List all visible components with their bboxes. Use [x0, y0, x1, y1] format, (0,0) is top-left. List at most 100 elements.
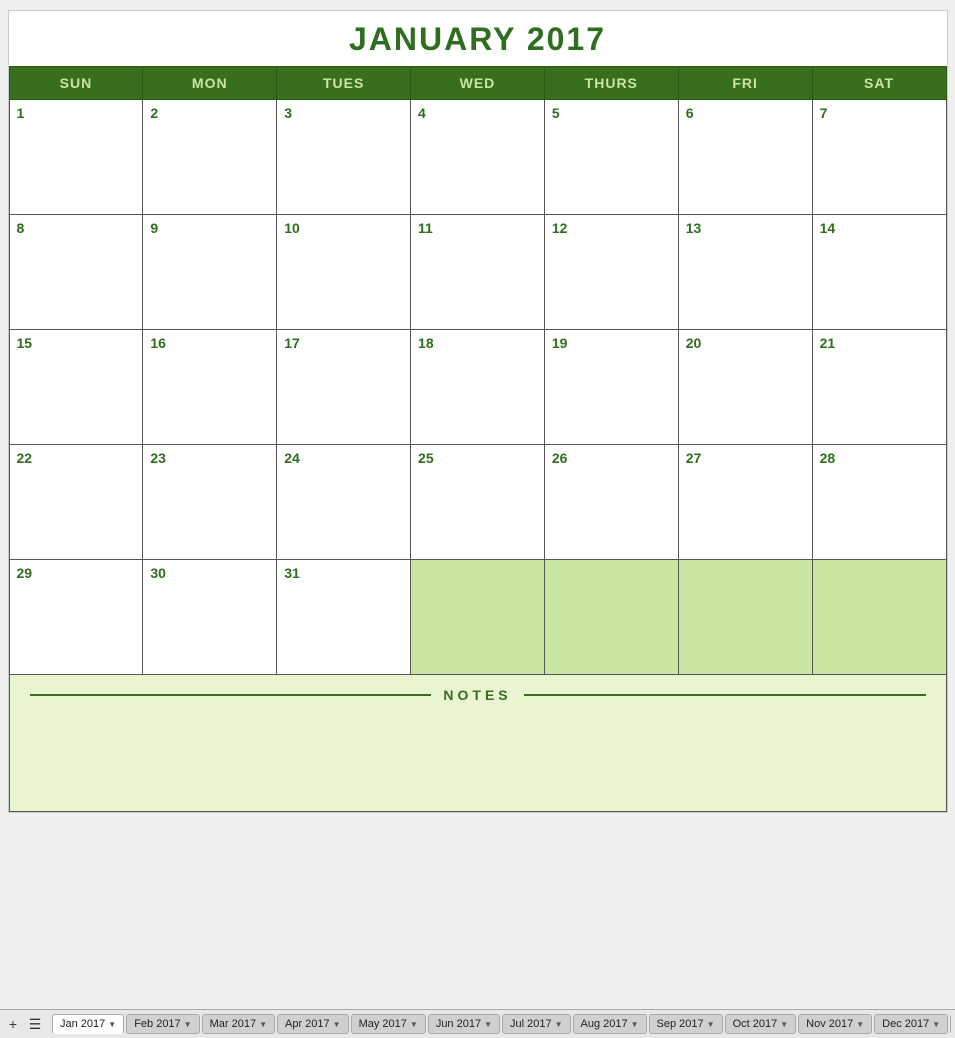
tab-label: Feb 2017: [134, 1018, 180, 1030]
tab-label: May 2017: [359, 1018, 407, 1030]
calendar-cell[interactable]: 16: [143, 330, 277, 445]
tab-dropdown-arrow: ▼: [631, 1020, 639, 1029]
calendar-week-3: 15 16 17 18 19 20 21: [9, 330, 946, 445]
day-number: 22: [17, 450, 33, 466]
day-number: 2: [150, 105, 158, 121]
calendar-cell[interactable]: [411, 560, 545, 675]
tab-dec-2017[interactable]: Dec 2017▼: [874, 1014, 948, 1034]
calendar-cell[interactable]: 5: [544, 100, 678, 215]
day-number: 30: [150, 565, 166, 581]
day-number: 17: [284, 335, 300, 351]
day-number: 29: [17, 565, 33, 581]
calendar-cell[interactable]: 9: [143, 215, 277, 330]
calendar-cell[interactable]: [812, 560, 946, 675]
tab-jun-2017[interactable]: Jun 2017▼: [428, 1014, 500, 1034]
day-number: 15: [17, 335, 33, 351]
calendar-cell[interactable]: 13: [678, 215, 812, 330]
calendar-cell[interactable]: 27: [678, 445, 812, 560]
calendar-cell[interactable]: [544, 560, 678, 675]
calendar-cell[interactable]: 20: [678, 330, 812, 445]
tab-mar-2017[interactable]: Mar 2017▼: [202, 1014, 275, 1034]
notes-section: NOTES: [9, 675, 947, 812]
notes-content[interactable]: [30, 711, 926, 791]
calendar-cell[interactable]: 8: [9, 215, 143, 330]
day-number: 12: [552, 220, 568, 236]
calendar-cell[interactable]: 23: [143, 445, 277, 560]
calendar-cell[interactable]: 7: [812, 100, 946, 215]
tab-apr-2017[interactable]: Apr 2017▼: [277, 1014, 349, 1034]
calendar-cell[interactable]: 30: [143, 560, 277, 675]
tab-jul-2017[interactable]: Jul 2017▼: [502, 1014, 571, 1034]
calendar-cell[interactable]: 17: [277, 330, 411, 445]
day-number: 4: [418, 105, 426, 121]
tab-label: Jan 2017: [60, 1018, 105, 1030]
calendar-cell[interactable]: 25: [411, 445, 545, 560]
day-number: 20: [686, 335, 702, 351]
calendar-cell[interactable]: 6: [678, 100, 812, 215]
header-day-sat: SAT: [812, 67, 946, 100]
calendar-cell[interactable]: 1: [9, 100, 143, 215]
header-day-mon: MON: [143, 67, 277, 100]
day-number: 19: [552, 335, 568, 351]
tab-may-2017[interactable]: May 2017▼: [351, 1014, 426, 1034]
calendar-cell[interactable]: 15: [9, 330, 143, 445]
calendar-cell[interactable]: 14: [812, 215, 946, 330]
tab-dropdown-arrow: ▼: [410, 1020, 418, 1029]
notes-left-line: [30, 694, 432, 696]
tab-label: Apr 2017: [285, 1018, 330, 1030]
calendar-cell[interactable]: 24: [277, 445, 411, 560]
calendar-cell[interactable]: 19: [544, 330, 678, 445]
tab-sep-2017[interactable]: Sep 2017▼: [649, 1014, 723, 1034]
tab-jan-2017[interactable]: Jan 2017▼: [52, 1014, 124, 1034]
calendar-cell[interactable]: 26: [544, 445, 678, 560]
day-number: 7: [820, 105, 828, 121]
header-day-thurs: THURS: [544, 67, 678, 100]
tab-bar-icons: + ☰: [4, 1015, 44, 1033]
header-day-tues: TUES: [277, 67, 411, 100]
calendar-cell[interactable]: 10: [277, 215, 411, 330]
notes-right-line: [524, 694, 926, 696]
tab-dropdown-arrow: ▼: [484, 1020, 492, 1029]
day-number: 16: [150, 335, 166, 351]
calendar-week-1: 1 2 34 567: [9, 100, 946, 215]
calendar-cell[interactable]: 11: [411, 215, 545, 330]
tab-label: Jul 2017: [510, 1018, 552, 1030]
calendar-cell[interactable]: 3: [277, 100, 411, 215]
menu-icon[interactable]: ☰: [26, 1015, 44, 1033]
tab-label: Dec 2017: [882, 1018, 929, 1030]
calendar-cell[interactable]: 4: [411, 100, 545, 215]
tab-dropdown-arrow: ▼: [108, 1020, 116, 1029]
calendar-cell[interactable]: 12: [544, 215, 678, 330]
tab-label: Jun 2017: [436, 1018, 481, 1030]
calendar-cell[interactable]: 2: [143, 100, 277, 215]
tab-bar: + ☰ Jan 2017▼Feb 2017▼Mar 2017▼Apr 2017▼…: [0, 1009, 955, 1038]
add-tab-icon[interactable]: +: [4, 1015, 22, 1033]
day-number: 21: [820, 335, 836, 351]
calendar-cell[interactable]: 29: [9, 560, 143, 675]
calendar-cell[interactable]: [678, 560, 812, 675]
tab-jan-2018[interactable]: Jan 2018▼: [950, 1014, 951, 1034]
calendar-week-5: 29 30 31: [9, 560, 946, 675]
tab-dropdown-arrow: ▼: [333, 1020, 341, 1029]
day-number: 1: [17, 105, 25, 121]
tab-label: Mar 2017: [210, 1018, 256, 1030]
calendar-cell[interactable]: 31: [277, 560, 411, 675]
tab-oct-2017[interactable]: Oct 2017▼: [725, 1014, 797, 1034]
header-day-sun: SUN: [9, 67, 143, 100]
tab-aug-2017[interactable]: Aug 2017▼: [573, 1014, 647, 1034]
tab-feb-2017[interactable]: Feb 2017 ▼: [126, 1014, 199, 1034]
tab-nov-2017[interactable]: Nov 2017▼: [798, 1014, 872, 1034]
header-day-fri: FRI: [678, 67, 812, 100]
tab-label: Oct 2017: [733, 1018, 778, 1030]
tab-dropdown-arrow: ▼: [780, 1020, 788, 1029]
day-number: 24: [284, 450, 300, 466]
header-day-wed: WED: [411, 67, 545, 100]
day-number: 26: [552, 450, 568, 466]
calendar-cell[interactable]: 18: [411, 330, 545, 445]
calendar-cell[interactable]: 22: [9, 445, 143, 560]
calendar-week-4: 22 23 24 25 26 27 28: [9, 445, 946, 560]
calendar-cell[interactable]: 21: [812, 330, 946, 445]
calendar-cell[interactable]: 28: [812, 445, 946, 560]
tab-dropdown-arrow: ▼: [184, 1020, 192, 1029]
day-number: 27: [686, 450, 702, 466]
